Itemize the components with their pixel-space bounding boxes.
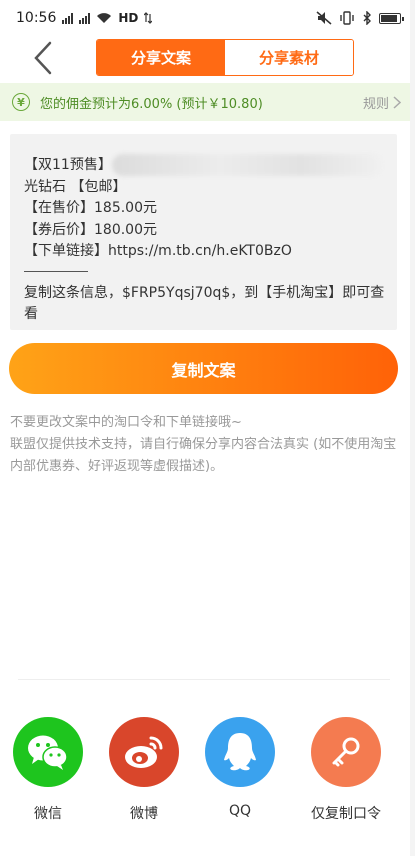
share-label-copy-token: 仅复制口令 [311, 806, 381, 822]
tab-group: 分享文案 分享素材 [96, 39, 354, 76]
tab-share-copy[interactable]: 分享文案 [97, 40, 225, 75]
text-divider [24, 270, 88, 279]
yen-icon: ¥ [12, 93, 30, 111]
signal-icon-2 [79, 12, 91, 24]
copy-line-title: 【双11预售】 [24, 154, 385, 177]
copy-token-only-button[interactable]: 仅复制口令 [306, 717, 386, 823]
notes: 不要更改文案中的淘口令和下单链接哦~ 联盟仅提供技术支持，请自行确保分享内容合法… [10, 412, 405, 478]
share-qq-button[interactable]: QQ [200, 717, 280, 819]
rules-link[interactable]: 规则 [363, 93, 401, 112]
share-copy-text: 【双11预售】 光钻石 【包邮】 【在售价】185.00元 【券后价】180.0… [10, 134, 397, 330]
chevron-right-icon [393, 95, 401, 109]
share-label-qq: QQ [228, 803, 252, 819]
rules-label: 规则 [362, 96, 389, 112]
copy-instruction: 复制这条信息，$FRP5Yqsj70q$，到【手机淘宝】即可查看 [24, 284, 385, 323]
battery-icon [379, 12, 404, 24]
copy-text-button[interactable]: 复制文案 [9, 343, 398, 394]
status-bar: 10:56 HD [0, 0, 415, 36]
share-divider [18, 679, 390, 680]
wifi-icon [97, 13, 112, 23]
header: 分享文案 分享素材 [0, 36, 415, 80]
chevron-left-icon [34, 41, 52, 75]
back-button[interactable] [26, 38, 60, 78]
copy-line-price: 【在售价】185.00元 [24, 200, 157, 216]
qq-icon [205, 717, 275, 787]
vibrate-icon [340, 11, 354, 25]
mute-icon [316, 11, 332, 25]
share-weibo-button[interactable]: 微博 [104, 717, 184, 823]
commission-text: 您的佣金预计为6.00% (预计￥10.80) [40, 96, 263, 112]
tab-share-material[interactable]: 分享素材 [225, 40, 353, 75]
commission-bar: ¥ 您的佣金预计为6.00% (预计￥10.80) 规则 [0, 83, 415, 121]
network-label: HD [118, 11, 139, 25]
signal-icon [62, 12, 74, 24]
bluetooth-icon [363, 11, 371, 25]
weibo-icon [109, 717, 179, 787]
wechat-icon [13, 717, 83, 787]
note-line-2: 联盟仅提供技术支持，请自行确保分享内容合法真实 (如不使用淘宝内部优惠券、好评返… [10, 437, 397, 474]
copy-line-coupon-price: 【券后价】180.00元 [24, 221, 157, 238]
copy-line: 光钻石 【包邮】 [24, 178, 127, 195]
share-wechat-button[interactable]: 微信 [8, 717, 88, 823]
note-line-1: 不要更改文案中的淘口令和下单链接哦~ [10, 415, 242, 430]
share-label-wechat: 微信 [34, 806, 62, 822]
status-time: 10:56 [16, 10, 57, 26]
share-label-weibo: 微博 [130, 806, 158, 822]
right-edge [410, 0, 415, 856]
copy-line-link: 【下单链接】https://m.tb.cn/h.eKT0BzO [24, 243, 292, 259]
blurred-product-name [111, 154, 382, 176]
key-icon [311, 717, 381, 787]
data-arrows-icon [144, 12, 153, 24]
